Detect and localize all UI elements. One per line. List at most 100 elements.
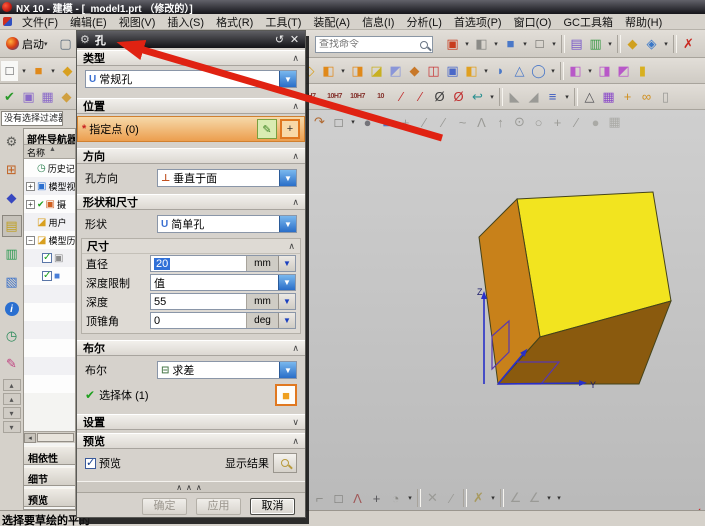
ok-button[interactable]: 确定 <box>142 498 187 515</box>
hole-dialog-titlebar[interactable]: ⚙ 孔 ↺ ✕ <box>77 31 305 48</box>
section-label: 预览 <box>83 433 105 449</box>
dimension-dropdown[interactable]: ▾ <box>545 488 553 508</box>
spin-arrow-icon[interactable]: ▼ <box>278 256 295 271</box>
spline-icon[interactable]: ~ <box>454 112 471 132</box>
section-position[interactable]: 位置 ∧ <box>77 98 305 114</box>
tip-angle-unit[interactable]: deg <box>246 313 278 328</box>
select-body-button[interactable]: ■ <box>275 384 297 406</box>
y-axis-arrow[interactable] <box>498 383 580 384</box>
hole-dialog: ⚙ 孔 ↺ ✕ 类型 ∧ U 常规孔 ▼ 位置 ∧ * 指定点 (0) ✎ + <box>76 30 306 518</box>
depth-row: 深度 55 mm ▼ <box>82 292 300 311</box>
dimension-icon[interactable]: ∠ <box>526 488 543 508</box>
diameter-label: 直径 <box>86 256 150 272</box>
specify-point-row[interactable]: * 指定点 (0) ✎ + <box>77 116 305 142</box>
section-boolean[interactable]: 布尔 ∧ <box>77 340 305 356</box>
rectangle-icon[interactable]: □ <box>330 488 347 508</box>
dialog-close-icon[interactable]: ✕ <box>287 33 302 46</box>
spin-arrow-icon[interactable]: ▼ <box>278 294 295 309</box>
section-label: 形状和尺寸 <box>83 194 138 210</box>
boolean-label: 布尔 <box>85 362 157 378</box>
extend-icon[interactable]: ∕ <box>443 488 460 508</box>
quick-trim-dropdown[interactable]: ▾ <box>489 488 497 508</box>
collapse-arrow-icon[interactable]: ∧ <box>292 151 299 162</box>
hole-direction-dropdown[interactable]: ⊥ 垂直于面 ▼ <box>157 169 297 187</box>
depth-limit-dropdown[interactable]: 值 <box>151 275 278 290</box>
point-dialog-button[interactable]: + <box>280 119 300 139</box>
line2-icon[interactable]: ∕ <box>435 112 452 132</box>
constraint-icon[interactable]: ∠ <box>507 488 524 508</box>
general-hole-icon: U <box>89 74 96 85</box>
section-preview[interactable]: 预览 ∧ <box>77 433 305 449</box>
depth-input[interactable]: 55 <box>151 294 246 309</box>
dropdown-arrow-icon[interactable]: ▼ <box>278 275 295 290</box>
show-result-button[interactable] <box>273 453 297 473</box>
arc-dropdown[interactable]: ▾ <box>406 488 414 508</box>
dialog-settings-icon[interactable]: ⚙ <box>80 33 90 46</box>
arrow-up-icon[interactable]: ↑ <box>492 112 509 132</box>
point-icon[interactable]: + <box>368 488 385 508</box>
shaded-ball-icon[interactable]: ● <box>359 112 376 132</box>
subtract-icon: ⊟ <box>161 365 169 376</box>
circle-point-icon[interactable]: ⊙ <box>511 112 528 132</box>
section-shape-size[interactable]: 形状和尺寸 ∧ <box>77 194 305 210</box>
quick-trim-icon[interactable]: ✗ <box>470 488 487 508</box>
shape-dropdown[interactable]: U 简单孔 ▼ <box>157 215 297 233</box>
dialog-collapse-handle[interactable]: ∧∧∧ <box>77 481 305 493</box>
depth-limit-label: 深度限制 <box>86 275 150 291</box>
ball2-icon[interactable]: ● <box>587 112 604 132</box>
section-direction[interactable]: 方向 ∧ <box>77 148 305 164</box>
dialog-title: 孔 <box>95 32 272 48</box>
polyline-icon[interactable]: Λ <box>473 112 490 132</box>
grid-icon[interactable]: ▦ <box>606 112 623 132</box>
specify-point-label: 指定点 (0) <box>89 121 139 137</box>
depth-unit[interactable]: mm <box>246 294 278 309</box>
collapse-arrow-icon[interactable]: ∧ <box>292 436 299 447</box>
preview-checkbox[interactable] <box>85 458 96 469</box>
circle-icon[interactable]: ○ <box>530 112 547 132</box>
dropdown-arrow-icon[interactable]: ▼ <box>279 216 296 232</box>
profile-icon[interactable]: Λ <box>349 488 366 508</box>
size-group: 尺寸 ∧ 直径 20 mm ▼ 深度限制 值 ▼ 深度 <box>81 238 301 334</box>
sketch-section-button[interactable]: ✎ <box>257 119 277 139</box>
check-icon: ✔ <box>85 388 95 402</box>
boolean-dropdown[interactable]: ⊟ 求差 ▼ <box>157 361 297 379</box>
collapse-arrow-icon[interactable]: ∧ <box>292 101 299 112</box>
collapse-arrow-icon[interactable]: ∧ <box>292 53 299 64</box>
dropdown-arrow-icon[interactable]: ▼ <box>279 170 296 186</box>
section-label: 方向 <box>83 148 105 164</box>
spin-arrow-icon[interactable]: ▼ <box>278 313 295 328</box>
iso-cube-icon[interactable]: ■ <box>378 112 395 132</box>
apply-button[interactable]: 应用 <box>196 498 241 515</box>
dialog-reset-icon[interactable]: ↺ <box>272 33 287 46</box>
select-rect-icon[interactable]: □ <box>330 112 347 132</box>
fillet-icon[interactable]: ⌐ <box>311 488 328 508</box>
section-settings[interactable]: 设置 ∨ <box>77 414 305 430</box>
diameter-input[interactable]: 20 <box>151 256 246 271</box>
arc-icon[interactable]: ◔ <box>387 488 404 508</box>
dropdown-arrow-icon[interactable]: ▼ <box>279 362 296 378</box>
tip-angle-input[interactable]: 0 <box>151 313 246 328</box>
size-label: 尺寸 <box>87 238 109 254</box>
line3-icon[interactable]: ∕ <box>568 112 585 132</box>
cancel-button[interactable]: 取消 <box>250 498 295 515</box>
section-type[interactable]: 类型 ∧ <box>77 50 305 66</box>
collapse-arrow-icon[interactable]: ∧ <box>288 241 295 252</box>
expand-arrow-icon[interactable]: ∨ <box>292 417 299 428</box>
dropdown-arrow-icon[interactable]: ▼ <box>279 71 296 87</box>
perpendicular-icon: ⊥ <box>161 173 170 184</box>
select-dropdown[interactable]: ▾ <box>349 112 357 132</box>
view-curve-icon[interactable]: ↷ <box>311 112 328 132</box>
plus-icon[interactable]: + <box>549 112 566 132</box>
line1-icon[interactable]: ∕ <box>416 112 433 132</box>
solid-block[interactable] <box>479 192 671 384</box>
move-handles-icon[interactable]: + <box>397 112 414 132</box>
size-subsection[interactable]: 尺寸 ∧ <box>82 239 300 254</box>
trim-icon[interactable]: ✕ <box>424 488 441 508</box>
hole-type-dropdown[interactable]: U 常规孔 ▼ <box>85 70 297 88</box>
more-dropdown[interactable]: ▾ <box>555 488 563 508</box>
collapse-arrow-icon[interactable]: ∧ <box>292 197 299 208</box>
collapse-arrow-icon[interactable]: ∧ <box>292 343 299 354</box>
select-body-row[interactable]: ✔ 选择体 (1) ■ <box>77 382 305 408</box>
diameter-unit[interactable]: mm <box>246 256 278 271</box>
section-label: 位置 <box>83 98 105 114</box>
